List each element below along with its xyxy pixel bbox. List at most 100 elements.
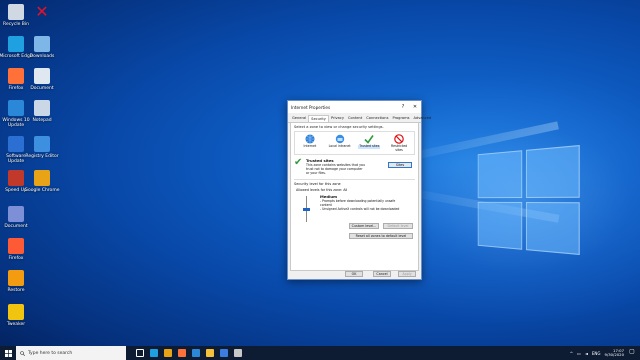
desktop-icon[interactable]: Firefox <box>0 238 34 261</box>
sites-button[interactable]: Sites <box>388 162 412 168</box>
desktop-icon-label: Downloads <box>24 54 60 59</box>
desktop-icon-label: Document <box>0 224 34 229</box>
file-icon <box>8 206 24 222</box>
document-icon <box>34 68 50 84</box>
firefox-taskbar-icon[interactable] <box>178 349 186 357</box>
desktop-icon[interactable]: Google Chrome <box>24 170 60 193</box>
file-explorer-icon[interactable] <box>206 349 214 357</box>
allowed-levels-label: Allowed levels for this zone: All <box>294 188 415 192</box>
globe-icon <box>305 134 315 144</box>
desktop-icon-label: Document <box>24 86 60 91</box>
desktop-icon[interactable]: Restore <box>0 270 34 293</box>
desktop-icon[interactable]: Downloads <box>24 36 60 59</box>
tab-security[interactable]: Security <box>308 115 329 122</box>
edge-icon <box>8 36 24 52</box>
chrome-taskbar-icon[interactable] <box>164 349 172 357</box>
windows-start-icon <box>5 350 12 357</box>
tab-privacy[interactable]: Privacy <box>329 115 346 122</box>
intranet-icon <box>335 134 345 144</box>
search-icon <box>20 351 25 356</box>
tab-content[interactable]: Content <box>346 115 364 122</box>
desktop-icon[interactable]: ✕ <box>24 4 60 22</box>
desktop-icon-label: Registry Editor <box>24 154 60 159</box>
red-x-icon: ✕ <box>34 4 50 20</box>
reset-all-zones-button[interactable]: Reset all zones to default level <box>349 233 413 239</box>
internet-properties-dialog: Internet Properties ? ✕ General Security… <box>287 100 422 280</box>
windows-update-icon <box>8 100 24 116</box>
zone-label: Local intranet <box>329 145 351 149</box>
no-entry-icon <box>394 134 404 144</box>
desktop-icon-label: Recycle Bin <box>0 22 34 27</box>
tab-programs[interactable]: Programs <box>390 115 411 122</box>
cancel-button[interactable]: Cancel <box>373 271 391 277</box>
mail-taskbar-icon[interactable] <box>192 349 200 357</box>
firefox-icon <box>8 68 24 84</box>
tweaker-icon <box>8 304 24 320</box>
zone-list: Internet Local intranet Trusted sites Re… <box>294 131 415 155</box>
level-line: - Unsigned ActiveX controls will not be … <box>320 207 400 211</box>
level-line: - Prompts before downloading potentially… <box>320 199 400 207</box>
notification-icon[interactable]: ▢ <box>628 348 636 358</box>
firefox-icon-2 <box>8 238 24 254</box>
zone-description: This zone contains websites that you tru… <box>306 163 366 175</box>
edge-taskbar-icon[interactable] <box>150 349 158 357</box>
zone-label: Trusted sites <box>358 145 380 149</box>
network-icon[interactable]: ▭ <box>577 351 581 356</box>
clock[interactable]: 17:07 9/30/2020 <box>605 349 624 358</box>
help-button[interactable]: ? <box>397 104 409 110</box>
tab-connections[interactable]: Connections <box>364 115 390 122</box>
apply-button[interactable]: Apply <box>398 271 416 277</box>
zone-label: Restricted sites <box>388 145 410 152</box>
task-view-icon[interactable] <box>136 349 144 357</box>
search-placeholder: Type here to search <box>28 351 72 356</box>
store-taskbar-icon[interactable] <box>220 349 228 357</box>
security-level-description: - Prompts before downloading potentially… <box>320 199 400 211</box>
software-update-icon <box>8 136 24 152</box>
desktop-icon[interactable]: Tweaker <box>0 304 34 327</box>
zone-trusted-sites[interactable]: Trusted sites <box>358 134 380 152</box>
close-button[interactable]: ✕ <box>409 104 421 110</box>
zone-hint: Select a zone to view or change security… <box>294 125 415 129</box>
default-level-button[interactable]: Default level <box>383 223 413 229</box>
pinned-apps <box>136 349 242 357</box>
dialog-title: Internet Properties <box>291 105 397 110</box>
desktop-icon-label: Restore <box>0 288 34 293</box>
custom-level-button[interactable]: Custom level... <box>349 223 379 229</box>
desktop-icon-label: Google Chrome <box>24 188 60 193</box>
language-indicator[interactable]: ENG <box>592 351 601 356</box>
zone-local-intranet[interactable]: Local intranet <box>329 134 351 152</box>
clock-date: 9/30/2020 <box>605 353 624 358</box>
notepad-icon <box>34 100 50 116</box>
taskbar-search-box[interactable]: Type here to search <box>16 346 126 360</box>
desktop-icon[interactable]: Document <box>24 68 60 91</box>
security-slider-thumb[interactable] <box>303 208 310 211</box>
desktop-icon[interactable]: Notepad <box>24 100 60 123</box>
desktop-icon-label: Notepad <box>24 118 60 123</box>
desktop-icon-label: Tweaker <box>0 322 34 327</box>
desktop-icon[interactable]: Document <box>0 206 34 229</box>
settings-taskbar-icon[interactable] <box>234 349 242 357</box>
restore-icon <box>8 270 24 286</box>
security-panel: Select a zone to view or change security… <box>290 123 419 271</box>
desktop-icon-label: Firefox <box>0 256 34 261</box>
volume-icon[interactable]: ◄ <box>585 351 588 356</box>
chrome-icon <box>34 170 50 186</box>
zone-info: ✔ Trusted sites This zone contains websi… <box>294 158 415 175</box>
taskbar: Type here to search ^ ▭ ◄ ENG 17:07 9/30… <box>0 346 640 360</box>
ok-button[interactable]: OK <box>345 271 363 277</box>
dialog-titlebar[interactable]: Internet Properties ? ✕ <box>288 101 421 113</box>
tab-advanced[interactable]: Advanced <box>412 115 434 122</box>
desktop-icon[interactable]: Registry Editor <box>24 136 60 159</box>
start-button[interactable] <box>0 346 16 360</box>
folder-icon <box>34 36 50 52</box>
system-tray: ^ ▭ ◄ ENG 17:07 9/30/2020 ▢ <box>570 348 640 358</box>
trusted-check-icon: ✔ <box>294 158 306 175</box>
tab-general[interactable]: General <box>290 115 308 122</box>
windows-logo-wallpaper <box>478 145 582 255</box>
dialog-tabs: General Security Privacy Content Connect… <box>288 113 421 123</box>
zone-label: Internet <box>299 145 321 149</box>
zone-restricted-sites[interactable]: Restricted sites <box>388 134 410 152</box>
zone-internet[interactable]: Internet <box>299 134 321 152</box>
tray-chevron-icon[interactable]: ^ <box>570 351 573 356</box>
check-icon <box>364 134 374 144</box>
